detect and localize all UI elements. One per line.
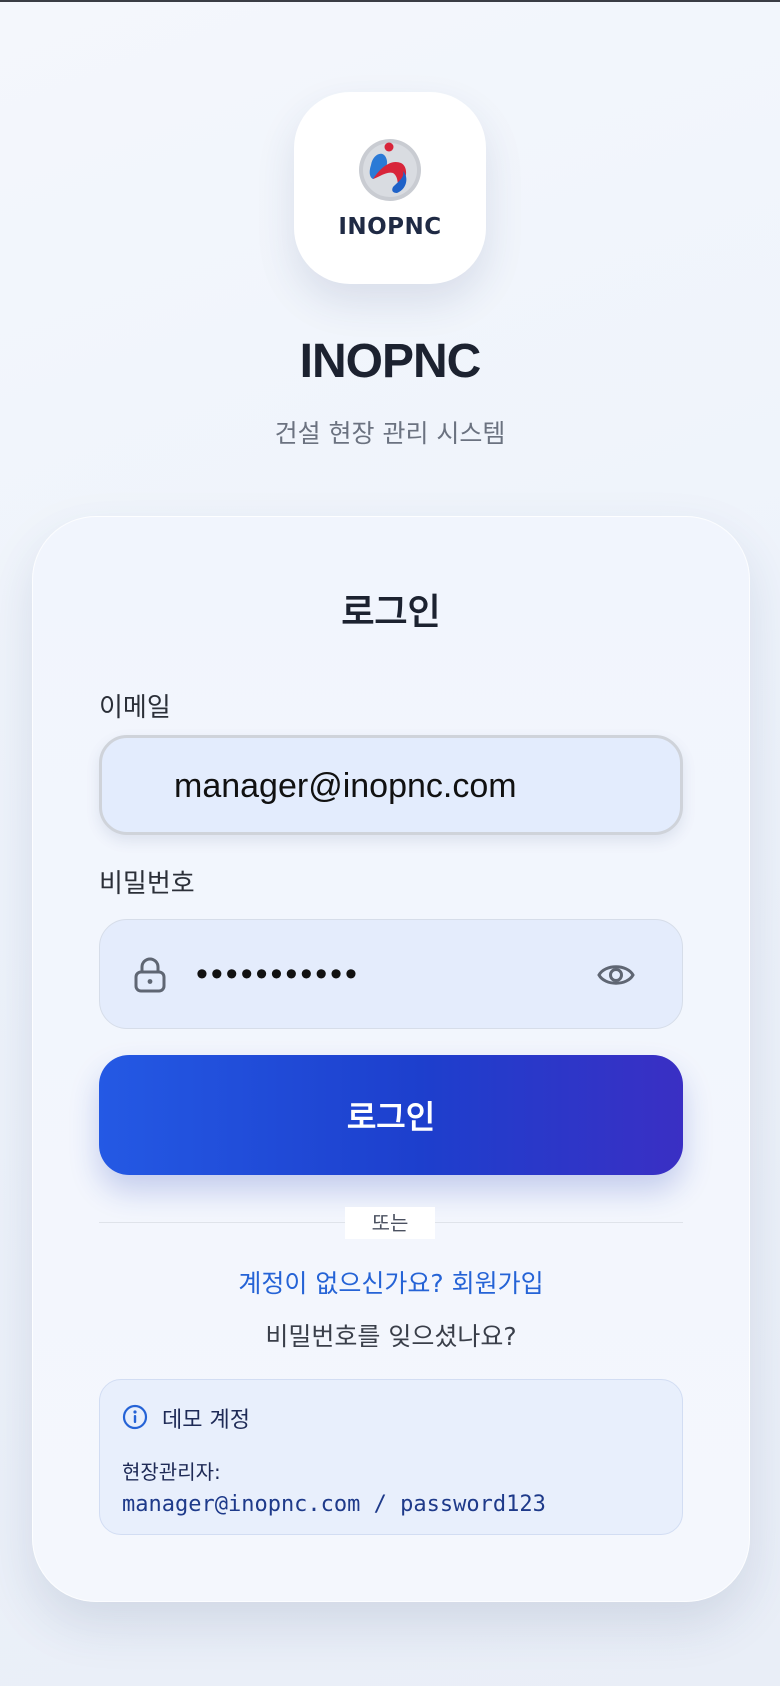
top-border (0, 0, 780, 2)
divider-text: 또는 (345, 1207, 435, 1239)
app-subtitle: 건설 현장 관리 시스템 (274, 419, 506, 448)
logo-wordmark: INOPNC (338, 214, 442, 240)
lock-icon (134, 957, 166, 993)
password-input[interactable] (196, 950, 576, 998)
forgot-password-link[interactable]: 비밀번호를 잊으셨나요? (33, 1317, 749, 1353)
login-card: 로그인 이메일 비밀번호 로그인 또는 계정이 없으신가요? 회원가입 비밀번호… (32, 516, 750, 1602)
email-field[interactable] (99, 735, 683, 835)
demo-title: 데모 계정 (162, 1408, 250, 1433)
password-field[interactable] (99, 919, 683, 1029)
password-label: 비밀번호 (99, 869, 195, 899)
signup-link[interactable]: 계정이 없으신가요? 회원가입 (33, 1264, 749, 1300)
eye-icon[interactable] (596, 958, 636, 992)
app-title: INOPNC (299, 335, 482, 388)
demo-credentials: manager@inopnc.com / password123 (122, 1492, 546, 1517)
logo-mark-icon (359, 139, 421, 201)
demo-account-box: 데모 계정 현장관리자: manager@inopnc.com / passwo… (99, 1379, 683, 1535)
info-icon (122, 1404, 148, 1430)
demo-role: 현장관리자: (122, 1460, 221, 1484)
app-logo: INOPNC (294, 92, 486, 284)
login-button[interactable]: 로그인 (99, 1055, 683, 1175)
email-input[interactable] (174, 764, 654, 808)
login-heading: 로그인 (341, 592, 441, 633)
email-label: 이메일 (99, 693, 171, 723)
